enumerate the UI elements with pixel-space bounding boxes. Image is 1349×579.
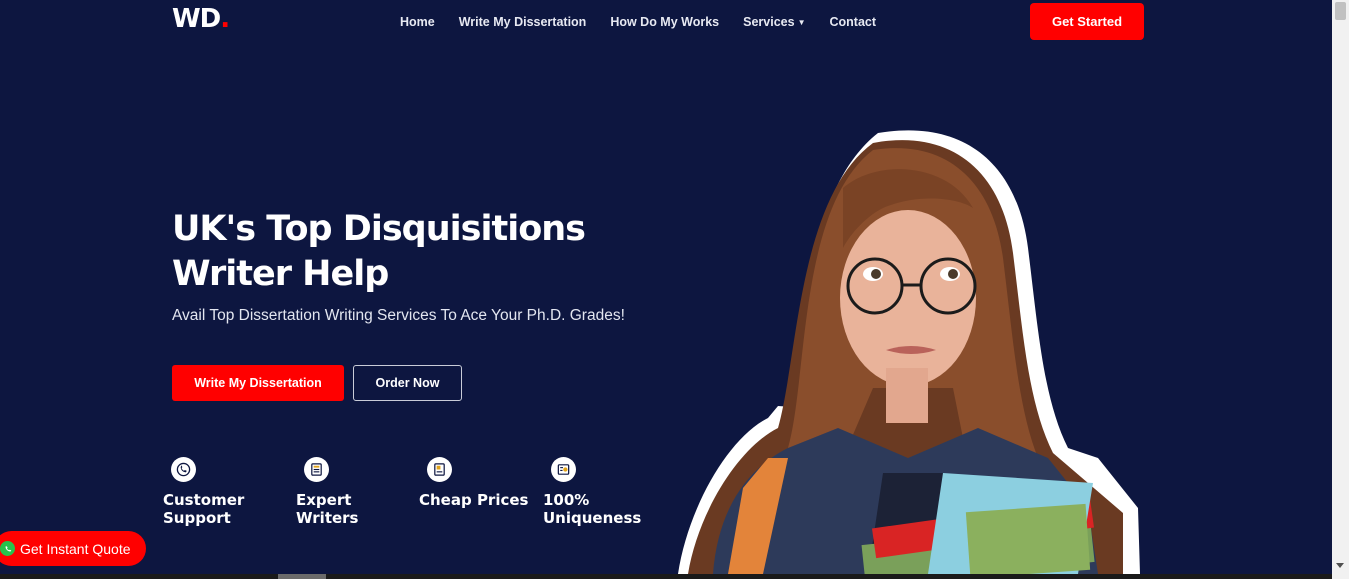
quote-label: Get Instant Quote: [20, 540, 131, 557]
feature-cheap-prices: Cheap Prices: [419, 457, 528, 509]
feature-label: Cheap Prices: [419, 491, 529, 509]
hero-title: UK's Top Disquisitions Writer Help: [172, 209, 586, 294]
main-nav: Home Write My Dissertation How Do My Wor…: [400, 13, 876, 31]
scroll-down-arrow-icon[interactable]: [1336, 563, 1344, 568]
feature-expert-writers: Expert Writers: [296, 457, 359, 527]
nav-services-label: Services: [743, 15, 795, 29]
chevron-down-icon: ▼: [797, 17, 806, 27]
feature-customer-support: Customer Support: [163, 457, 244, 527]
hero-subtitle: Avail Top Dissertation Writing Services …: [172, 307, 625, 324]
nav-how-do-my-works[interactable]: How Do My Works: [610, 13, 719, 31]
nav-services[interactable]: Services ▼: [743, 13, 805, 31]
write-my-dissertation-button[interactable]: Write My Dissertation: [172, 365, 344, 401]
vertical-scrollbar[interactable]: [1332, 0, 1349, 579]
scrollbar-thumb[interactable]: [1335, 2, 1346, 20]
price-tag-icon: [427, 457, 452, 482]
logo-accent: .: [220, 4, 230, 34]
feature-uniqueness: 100% Uniqueness: [543, 457, 641, 527]
horizontal-scrollbar-thumb[interactable]: [278, 574, 326, 579]
certificate-icon: [551, 457, 576, 482]
nav-contact[interactable]: Contact: [829, 13, 876, 31]
get-started-button[interactable]: Get Started: [1030, 3, 1144, 40]
nav-write-my-dissertation[interactable]: Write My Dissertation: [459, 13, 587, 31]
writer-icon: [304, 457, 329, 482]
order-now-button[interactable]: Order Now: [353, 365, 462, 401]
top-navbar: WD. Home Write My Dissertation How Do My…: [0, 0, 1332, 42]
site-logo[interactable]: WD.: [172, 4, 230, 34]
nav-home[interactable]: Home: [400, 13, 435, 31]
feature-label: Customer Support: [163, 491, 245, 527]
whatsapp-icon: [0, 541, 15, 556]
hero-student-image: [668, 128, 1148, 579]
get-instant-quote-button[interactable]: Get Instant Quote: [0, 531, 146, 566]
feature-label: Expert Writers: [296, 491, 359, 527]
feature-label: 100% Uniqueness: [543, 491, 642, 527]
horizontal-scrollbar[interactable]: [0, 574, 1332, 579]
logo-text: WD: [172, 4, 221, 34]
headset-icon: [171, 457, 196, 482]
